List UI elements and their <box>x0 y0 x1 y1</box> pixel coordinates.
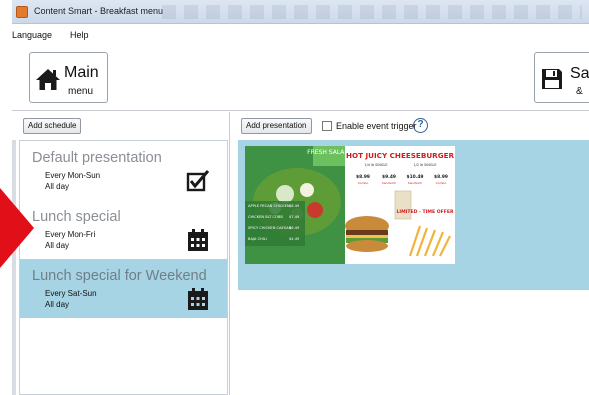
app-icon <box>16 6 28 18</box>
help-icon[interactable]: ? <box>413 118 428 133</box>
presentation-thumbnail[interactable]: FRESH SALADS APPLE PECAN CHICKEN $8.49 C… <box>245 146 455 264</box>
menu-help[interactable]: Help <box>70 30 89 40</box>
thumb-headline: HOT JUICY CHEESEBURGER <box>346 151 455 160</box>
schedule-title: Default presentation <box>32 150 162 166</box>
thumb-size: 1/4 lb SINGLE <box>364 163 387 167</box>
salad-item-name: BAJA CHILI <box>248 237 267 241</box>
salad-item-name: CHICKEN BLT COBB <box>248 215 283 219</box>
salad-item-price: $4.49 <box>289 237 300 241</box>
red-pointer-arrow <box>0 188 34 268</box>
save-icon <box>542 69 562 89</box>
event-trigger-checkbox[interactable] <box>322 121 332 131</box>
schedule-days: Every Mon-Sun <box>45 171 101 180</box>
title-bar-decoration <box>162 5 582 19</box>
schedule-time: All day <box>45 182 70 191</box>
save-label: Sa <box>570 65 589 82</box>
thumb-combo: Combo <box>436 181 447 185</box>
home-icon <box>36 69 60 90</box>
add-presentation-button[interactable]: Add presentation <box>241 118 312 134</box>
thumb-offer: LIMITED - TIME OFFER <box>396 209 454 215</box>
schedule-days: Every Mon-Fri <box>45 230 96 239</box>
window-title: Content Smart - Breakfast menu <box>34 6 164 16</box>
schedule-list: Default presentation Every Mon-Sun All d… <box>19 140 228 395</box>
thumbnail-image: FRESH SALADS APPLE PECAN CHICKEN $8.49 C… <box>245 146 455 264</box>
thumb-price: $10.49 <box>407 174 424 180</box>
save-button[interactable]: Sa & <box>534 52 589 103</box>
salad-item-name: SPICY CHICKEN CAESAR <box>248 226 292 230</box>
main-menu-button[interactable]: Main menu <box>29 52 108 103</box>
thumb-combo: Sandwich <box>408 181 422 185</box>
schedule-item-default[interactable]: Default presentation Every Mon-Sun All d… <box>20 141 227 200</box>
salad-item-price: $6.49 <box>289 226 300 230</box>
thumb-size: 1/2 lb SINGLE <box>413 163 436 167</box>
add-schedule-button[interactable]: Add schedule <box>23 118 82 134</box>
main-menu-sublabel: menu <box>68 86 94 97</box>
schedule-time: All day <box>45 241 70 250</box>
salad-item-price: $8.49 <box>289 204 300 208</box>
schedule-item-lunch-special[interactable]: Lunch special Every Mon-Fri All day <box>20 200 227 259</box>
thumb-combo: Sandwich <box>382 181 396 185</box>
thumb-combo: Combo <box>358 181 369 185</box>
calendar-icon <box>188 288 208 310</box>
schedule-time: All day <box>45 300 70 309</box>
main-menu-label: Main <box>64 64 99 81</box>
salad-item-price: $7.49 <box>289 215 300 219</box>
thumb-price: $8.99 <box>356 174 370 180</box>
salad-item-name: APPLE PECAN CHICKEN <box>248 204 290 208</box>
thumb-price: $9.49 <box>382 174 396 180</box>
title-bar: Content Smart - Breakfast menu <box>12 0 589 24</box>
schedule-item-lunch-weekend[interactable]: Lunch special for Weekend Every Sat-Sun … <box>20 259 227 318</box>
schedule-title: Lunch special <box>32 209 121 225</box>
calendar-icon <box>188 229 208 251</box>
checkbox-icon <box>186 170 210 192</box>
schedule-title: Lunch special for Weekend <box>32 268 207 284</box>
event-trigger-label: Enable event trigger <box>336 121 417 131</box>
toolbar-divider <box>12 110 589 111</box>
save-sublabel: & <box>576 86 583 97</box>
menu-language[interactable]: Language <box>12 30 52 40</box>
schedule-days: Every Sat-Sun <box>45 289 97 298</box>
thumb-price: $8.99 <box>434 174 448 180</box>
menu-bar: Language Help <box>12 24 589 44</box>
